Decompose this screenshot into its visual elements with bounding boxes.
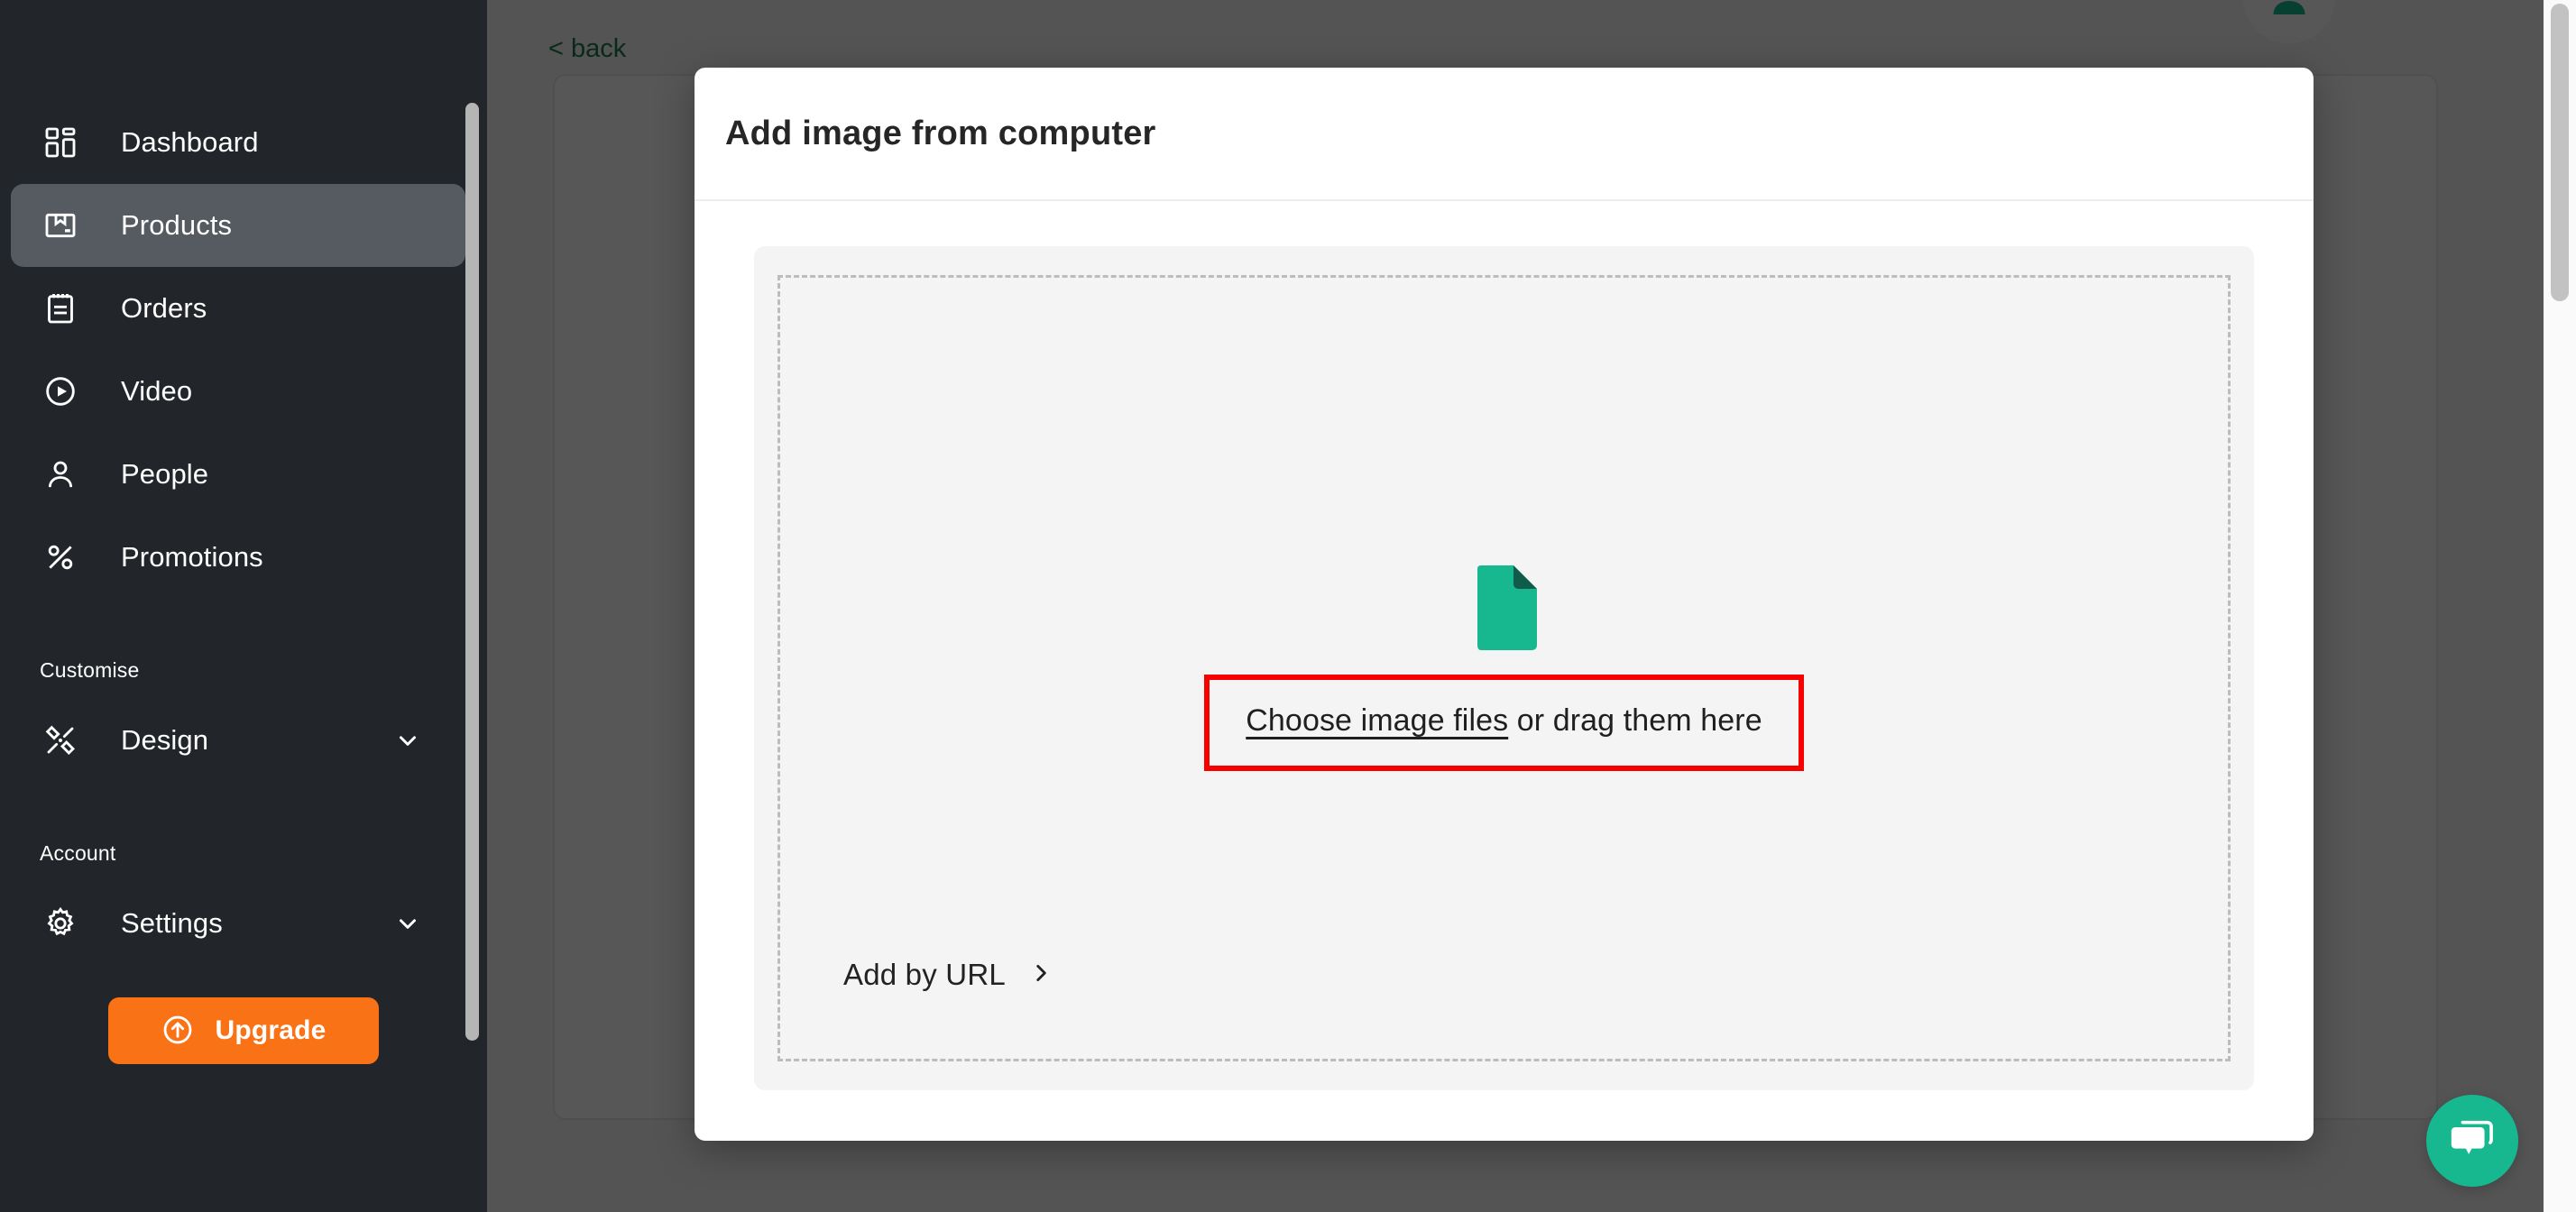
sidebar-item-dashboard[interactable]: Dashboard (11, 101, 465, 184)
chevron-down-icon[interactable] (393, 726, 422, 755)
sidebar-item-products[interactable]: Products (11, 184, 465, 267)
sidebar-item-label: Dashboard (121, 126, 259, 158)
chat-bubbles-icon (2446, 1113, 2498, 1170)
dashboard-grid-icon (40, 122, 81, 163)
dropzone-outer-container: Choose image files or drag them here Add… (754, 246, 2254, 1090)
page-scrollbar-thumb[interactable] (2551, 4, 2569, 301)
sidebar-item-promotions[interactable]: Promotions (11, 516, 465, 599)
sidebar-item-label: Products (121, 209, 233, 241)
sidebar-item-settings[interactable]: Settings (11, 882, 465, 965)
sidebar-nav-list: Dashboard Products Orders Video People P… (0, 101, 487, 599)
file-dropzone[interactable]: Choose image files or drag them here Add… (777, 275, 2231, 1061)
chat-widget-button[interactable] (2426, 1095, 2518, 1187)
arrow-up-circle-icon (161, 1013, 195, 1050)
sidebar-section-customise: Customise (40, 658, 140, 682)
sidebar-section-account: Account (40, 841, 116, 865)
play-circle-icon (40, 371, 81, 412)
choose-files-text: Choose image files or drag them here (1246, 703, 1762, 739)
box-package-icon (40, 205, 81, 246)
add-by-url-button[interactable]: Add by URL (843, 958, 1053, 992)
sidebar-item-people[interactable]: People (11, 433, 465, 516)
sidebar-item-label: Design (121, 724, 209, 756)
clipboard-list-icon (40, 288, 81, 329)
chevron-right-icon (1029, 961, 1053, 989)
upgrade-button-wrap: Upgrade (0, 997, 487, 1064)
sidebar-scrollbar[interactable] (465, 103, 479, 1041)
sidebar-item-design[interactable]: Design (11, 699, 465, 782)
sidebar-item-video[interactable]: Video (11, 350, 465, 433)
gear-icon (40, 903, 81, 944)
sidebar-item-label: People (121, 458, 209, 490)
sidebar-item-label: Video (121, 375, 193, 407)
modal-header: Add image from computer (695, 68, 2314, 201)
sidebar-item-label: Promotions (121, 541, 263, 573)
drag-them-here-text: or drag them here (1508, 703, 1762, 738)
chevron-down-icon[interactable] (393, 909, 422, 938)
choose-image-files-link[interactable]: Choose image files (1246, 703, 1508, 738)
design-pencil-ruler-icon (40, 720, 81, 761)
upgrade-button-label: Upgrade (215, 1015, 327, 1045)
app-root: < back Add (0, 0, 2576, 1212)
modal-body: Choose image files or drag them here Add… (695, 201, 2314, 1141)
green-file-icon (1472, 565, 1537, 655)
sidebar-item-label: Settings (121, 907, 223, 939)
add-by-url-label: Add by URL (843, 958, 1006, 991)
upgrade-button[interactable]: Upgrade (108, 997, 379, 1064)
add-image-modal: Add image from computer Choose image fil… (695, 68, 2314, 1141)
percent-icon (40, 537, 81, 578)
sidebar-inner: Dashboard Products Orders Video People P… (0, 101, 487, 1212)
sidebar-item-label: Orders (121, 292, 207, 324)
choose-files-highlight-box[interactable]: Choose image files or drag them here (1204, 675, 1804, 771)
modal-title: Add image from computer (725, 114, 1156, 152)
sidebar-item-orders[interactable]: Orders (11, 267, 465, 350)
user-person-icon (40, 454, 81, 495)
sidebar: Dashboard Products Orders Video People P… (0, 0, 487, 1212)
